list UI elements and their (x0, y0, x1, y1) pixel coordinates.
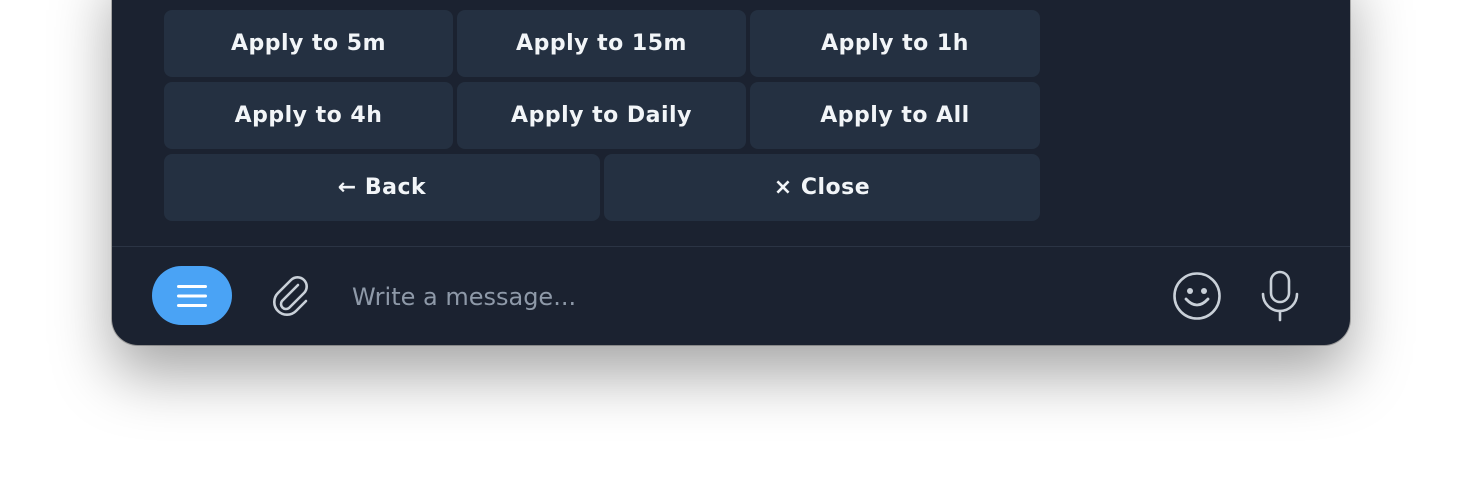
apply-1h-button[interactable]: Apply to 1h (750, 10, 1040, 77)
apply-15m-button[interactable]: Apply to 15m (457, 10, 746, 77)
back-button[interactable]: ← Back (164, 154, 600, 221)
apply-all-button[interactable]: Apply to All (750, 82, 1040, 149)
microphone-icon[interactable] (1256, 270, 1304, 322)
message-input[interactable] (352, 276, 1132, 318)
close-button[interactable]: × Close (604, 154, 1040, 221)
menu-icon (177, 284, 207, 307)
apply-daily-button[interactable]: Apply to Daily (457, 82, 746, 149)
paperclip-icon[interactable] (268, 273, 314, 319)
apply-4h-button[interactable]: Apply to 4h (164, 82, 453, 149)
smiley-icon[interactable] (1172, 271, 1222, 321)
chat-window: Apply to 5m Apply to 15m Apply to 1h App… (112, 0, 1350, 345)
bot-menu-button[interactable] (152, 266, 232, 325)
apply-5m-button[interactable]: Apply to 5m (164, 10, 453, 77)
composer-divider (112, 246, 1350, 247)
